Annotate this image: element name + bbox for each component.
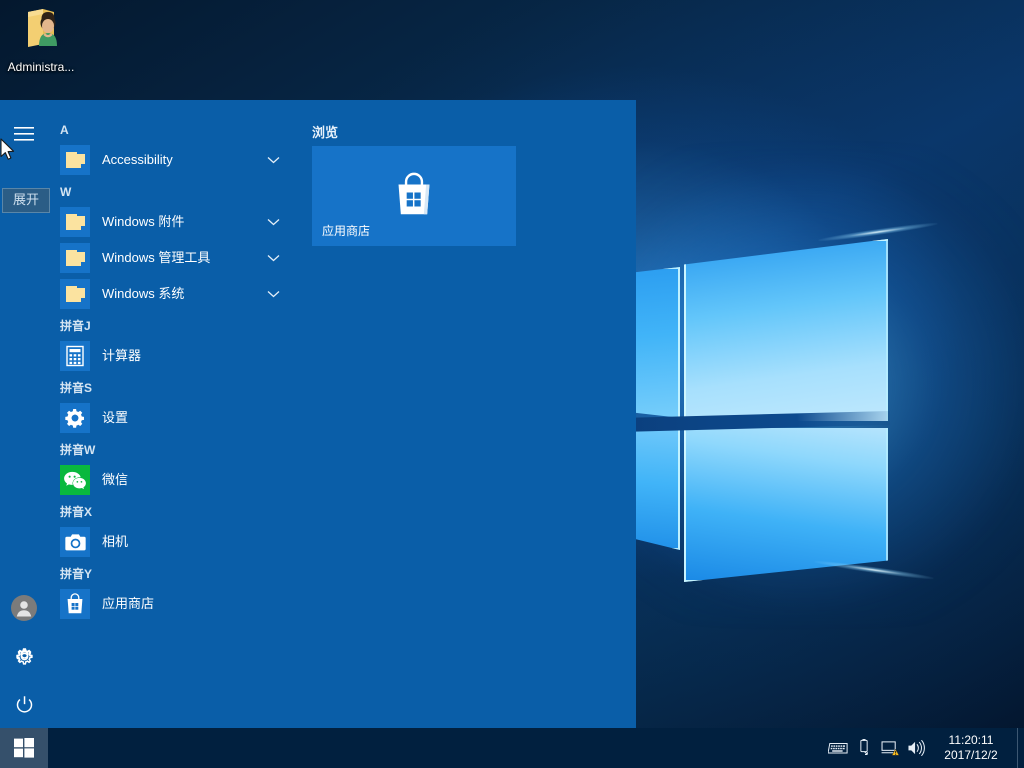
app-list-item-calculator[interactable]: 计算器 (48, 338, 300, 374)
administrator-folder-icon (28, 9, 57, 47)
gear-icon (60, 403, 90, 433)
app-list-item-windows-accessories[interactable]: Windows 附件 (48, 204, 300, 240)
chevron-down-icon (267, 157, 280, 164)
app-group-header[interactable]: 拼音Y (48, 560, 300, 586)
app-group-header[interactable]: 拼音S (48, 374, 300, 400)
app-group-header[interactable]: 拼音W (48, 436, 300, 462)
app-list-item-settings[interactable]: 设置 (48, 400, 300, 436)
chevron-down-icon (267, 291, 280, 298)
app-list[interactable]: A Accessibility W Windows 附件 Windows 管理工… (48, 100, 300, 728)
app-list-item-label: Windows 系统 (102, 286, 185, 301)
network-warning-icon[interactable] (877, 728, 903, 768)
volume-icon[interactable] (903, 728, 929, 768)
start-menu: 展开 A Accessibility W Windows 附件 Windows … (0, 100, 636, 728)
clock[interactable]: 11:20:11 2017/12/2 (929, 733, 1017, 763)
tile-store-label: 应用商店 (322, 224, 371, 238)
power-button[interactable] (0, 680, 48, 728)
app-group-header[interactable]: A (48, 116, 300, 142)
app-list-item-accessibility[interactable]: Accessibility (48, 142, 300, 178)
clock-date: 2017/12/2 (944, 748, 998, 762)
wallpaper-pane-top-right (684, 239, 888, 421)
app-group-header[interactable]: 拼音X (48, 498, 300, 524)
store-bag-icon (393, 172, 435, 223)
system-tray: 11:20:11 2017/12/2 (825, 728, 1024, 768)
app-list-item-wechat[interactable]: 微信 (48, 462, 300, 498)
app-list-item-label: Accessibility (102, 152, 173, 167)
app-list-item-store[interactable]: 应用商店 (48, 586, 300, 622)
folder-icon (60, 279, 90, 309)
windows-logo-icon (14, 738, 34, 758)
calculator-icon (60, 341, 90, 371)
store-icon (60, 589, 90, 619)
folder-icon (60, 145, 90, 175)
chevron-down-icon (267, 219, 280, 226)
wallpaper-window-logo (579, 215, 938, 582)
show-desktop-button[interactable] (1017, 728, 1024, 768)
avatar-icon (11, 595, 37, 621)
touch-keyboard-icon[interactable] (825, 728, 851, 768)
user-account-button[interactable] (0, 584, 48, 632)
app-list-item-label: 设置 (102, 410, 129, 425)
tooltip-expand: 展开 (2, 188, 51, 213)
chevron-down-icon (267, 255, 280, 262)
folder-icon (60, 207, 90, 237)
tile-store[interactable]: 应用商店 (312, 146, 516, 246)
app-list-item-windows-admin-tools[interactable]: Windows 管理工具 (48, 240, 300, 276)
wechat-icon (60, 465, 90, 495)
camera-icon (60, 527, 90, 557)
tile-group-title[interactable]: 浏览 (300, 116, 636, 141)
clock-time: 11:20:11 (948, 733, 994, 747)
app-list-item-label: Windows 管理工具 (102, 250, 211, 265)
power-icon (16, 695, 32, 713)
app-list-item-camera[interactable]: 相机 (48, 524, 300, 560)
wallpaper-pane-bottom-right (684, 428, 888, 582)
app-group-header[interactable]: 拼音J (48, 312, 300, 338)
tiles-pane: 浏览 应用商店 (300, 100, 636, 728)
app-list-item-windows-system[interactable]: Windows 系统 (48, 276, 300, 312)
desktop-screen: Administra... 展开 A Accessibility W Windo… (0, 0, 1024, 768)
hamburger-icon (14, 127, 34, 141)
desktop-icon-administrator[interactable]: Administra... (2, 6, 80, 74)
settings-button[interactable] (0, 632, 48, 680)
app-list-item-label: 微信 (102, 472, 129, 487)
app-list-item-label: 相机 (102, 534, 129, 549)
usb-eject-icon[interactable] (851, 728, 877, 768)
desktop-icon-label: Administra... (7, 60, 75, 74)
hamburger-menu-button[interactable] (0, 110, 48, 158)
taskbar: 11:20:11 2017/12/2 (0, 728, 1024, 768)
app-list-item-label: 计算器 (102, 348, 142, 363)
app-list-item-label: Windows 附件 (102, 214, 185, 229)
wallpaper-sparkle-top (818, 220, 938, 244)
gear-icon (15, 647, 33, 665)
app-list-item-label: 应用商店 (102, 596, 155, 611)
app-group-header[interactable]: W (48, 178, 300, 204)
start-button[interactable] (0, 728, 48, 768)
folder-icon (60, 243, 90, 273)
